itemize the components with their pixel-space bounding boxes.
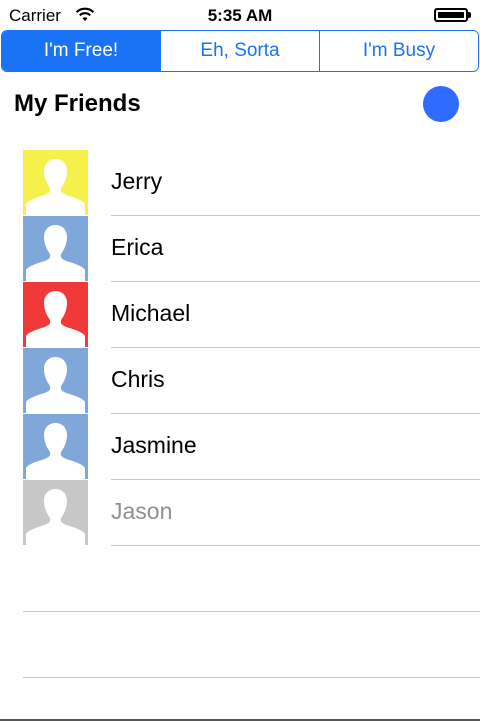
friend-name: Chris (111, 366, 165, 392)
avatar (23, 414, 88, 479)
empty-row (0, 612, 480, 678)
segment-im-free[interactable]: I'm Free! (2, 31, 160, 71)
friend-row[interactable]: Erica (0, 216, 480, 282)
clock-time: 5:35 AM (207, 6, 273, 25)
avatar (23, 348, 88, 413)
availability-segmented-control[interactable]: I'm Free! Eh, Sorta I'm Busy (1, 30, 479, 72)
friend-row[interactable]: Jasmine (0, 414, 480, 480)
segment-im-busy[interactable]: I'm Busy (319, 31, 478, 71)
empty-row (0, 546, 480, 612)
avatar (23, 216, 88, 281)
friend-name: Jasmine (111, 432, 197, 458)
friend-name: Erica (111, 234, 164, 260)
person-silhouette-icon (26, 291, 85, 347)
avatar (23, 150, 88, 215)
friend-name: Jason (111, 498, 173, 524)
person-silhouette-icon (26, 423, 85, 479)
status-bar: Carrier 5:35 AM (0, 0, 480, 30)
person-silhouette-icon (26, 489, 85, 545)
row-separator (23, 677, 480, 678)
avatar (23, 480, 88, 545)
person-silhouette-icon (26, 357, 85, 413)
avatar (23, 282, 88, 347)
friend-name: Michael (111, 300, 191, 326)
friend-row[interactable]: Jerry (0, 150, 480, 216)
person-silhouette-icon (26, 159, 85, 215)
status-dot[interactable] (423, 86, 459, 122)
battery-tip (468, 12, 471, 18)
page-title: My Friends (14, 90, 141, 117)
friend-list: Jerry Erica Michael Chris Jasmine Jason (0, 150, 480, 678)
friend-row[interactable]: Jason (0, 480, 480, 546)
battery-icon (434, 8, 468, 22)
friend-row[interactable]: Michael (0, 282, 480, 348)
friend-row[interactable]: Chris (0, 348, 480, 414)
friend-name: Jerry (111, 168, 163, 194)
segment-eh-sorta[interactable]: Eh, Sorta (160, 31, 319, 71)
person-silhouette-icon (26, 225, 85, 281)
